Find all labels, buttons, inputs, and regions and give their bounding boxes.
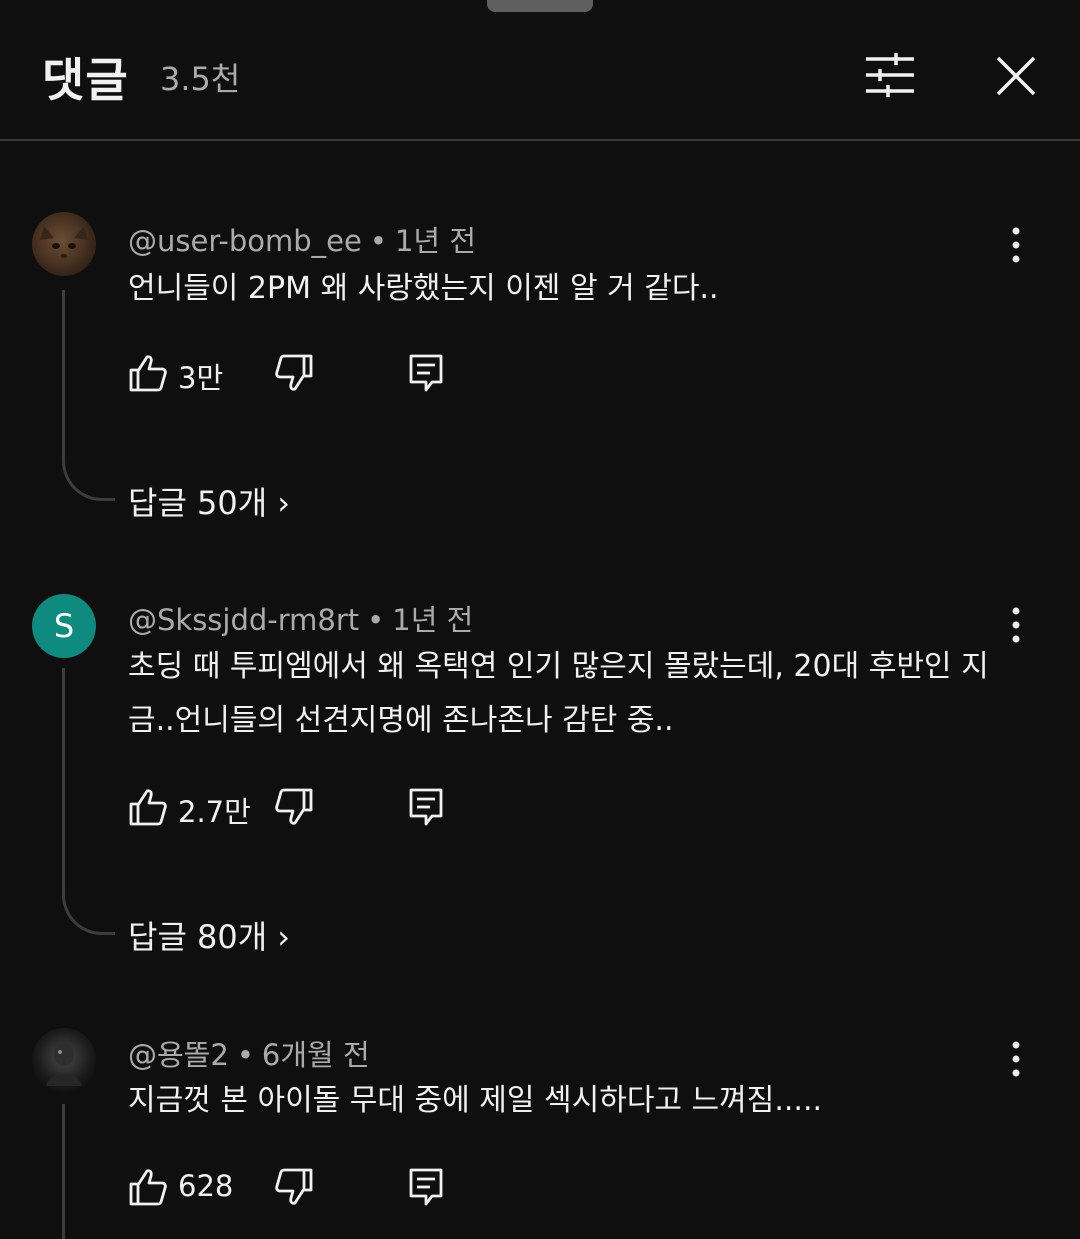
comment-reply-icon <box>409 788 443 826</box>
more-options-button[interactable] <box>1000 225 1032 265</box>
thumbs-up-icon <box>129 789 167 826</box>
comment-meta: @Skssjdd-rm8rt • 1년 전 <box>128 597 473 639</box>
comment-count: 3.5천 <box>160 60 241 98</box>
comment-meta: @user-bomb_ee • 1년 전 <box>128 218 476 260</box>
view-replies-link[interactable]: 답글 50개 › <box>128 478 290 524</box>
dark-avatar-image <box>46 1042 82 1086</box>
thread-line <box>62 1104 115 1239</box>
like-button[interactable] <box>128 353 168 393</box>
author-name[interactable]: @Skssjdd-rm8rt <box>128 603 359 637</box>
close-icon <box>996 56 1036 96</box>
page-title: 댓글 <box>42 53 129 107</box>
like-count: 628 <box>178 1169 234 1203</box>
replies-count: 답글 80개 <box>128 918 268 956</box>
avatar-letter: S <box>53 607 75 645</box>
cat-avatar-image <box>40 226 88 258</box>
avatar[interactable] <box>32 1028 96 1092</box>
comment-text: 초딩 때 투피엠에서 왜 옥택연 인기 많은지 몰랐는데, 20대 후반인 지금… <box>128 649 989 738</box>
comment-text: 지금껏 본 아이돌 무대 중에 제일 섹시하다고 느껴짐..... <box>128 1083 823 1118</box>
dislike-button[interactable] <box>274 1167 314 1207</box>
thumbs-down-icon <box>275 354 313 391</box>
more-vertical-icon <box>1012 607 1020 643</box>
replies-count: 답글 50개 <box>128 484 268 522</box>
like-count: 3만 <box>178 361 224 395</box>
author-name[interactable]: @용똘2 <box>128 1038 229 1072</box>
comment-time: 6개월 전 <box>261 1038 370 1072</box>
reply-button[interactable] <box>408 787 444 827</box>
dislike-button[interactable] <box>274 353 314 393</box>
more-options-button[interactable] <box>1000 605 1032 645</box>
chevron-right-icon: › <box>277 918 291 956</box>
thumbs-up-icon <box>129 1169 167 1206</box>
like-button[interactable] <box>128 1167 168 1207</box>
more-vertical-icon <box>1012 1041 1020 1077</box>
view-replies-link[interactable]: 답글 80개 › <box>128 912 290 958</box>
comment-time: 1년 전 <box>392 603 474 637</box>
meta-separator: • <box>369 224 387 258</box>
sort-filter-button[interactable] <box>862 50 918 100</box>
close-button[interactable] <box>992 52 1040 100</box>
reply-button[interactable] <box>408 1167 444 1207</box>
author-name[interactable]: @user-bomb_ee <box>128 224 362 258</box>
avatar[interactable] <box>32 212 96 276</box>
like-count: 2.7만 <box>178 795 251 829</box>
dislike-button[interactable] <box>274 787 314 827</box>
comment-actions: 3만 <box>128 353 488 397</box>
more-options-button[interactable] <box>1000 1039 1032 1079</box>
thumbs-down-icon <box>275 788 313 825</box>
thread-line <box>62 290 115 501</box>
comment-actions: 628 <box>128 1167 488 1211</box>
thumbs-down-icon <box>275 1168 313 1205</box>
more-vertical-icon <box>1012 227 1020 263</box>
comment-time: 1년 전 <box>394 224 476 258</box>
like-button[interactable] <box>128 787 168 827</box>
sliders-icon <box>866 53 914 97</box>
meta-separator: • <box>236 1038 254 1072</box>
comment-actions: 2.7만 <box>128 787 488 831</box>
comment-reply-icon <box>409 354 443 392</box>
thumbs-up-icon <box>129 355 167 392</box>
reply-button[interactable] <box>408 353 444 393</box>
comment-reply-icon <box>409 1168 443 1206</box>
comment-text: 언니들이 2PM 왜 사랑했는지 이젠 알 거 같다.. <box>128 271 719 306</box>
comment-meta: @용똘2 • 6개월 전 <box>128 1032 370 1074</box>
chevron-right-icon: › <box>277 484 291 522</box>
meta-separator: • <box>367 603 385 637</box>
avatar[interactable]: S <box>32 594 96 658</box>
comments-header: 댓글 3.5천 <box>0 0 1080 140</box>
thread-line <box>62 668 115 935</box>
header-divider <box>0 139 1080 141</box>
